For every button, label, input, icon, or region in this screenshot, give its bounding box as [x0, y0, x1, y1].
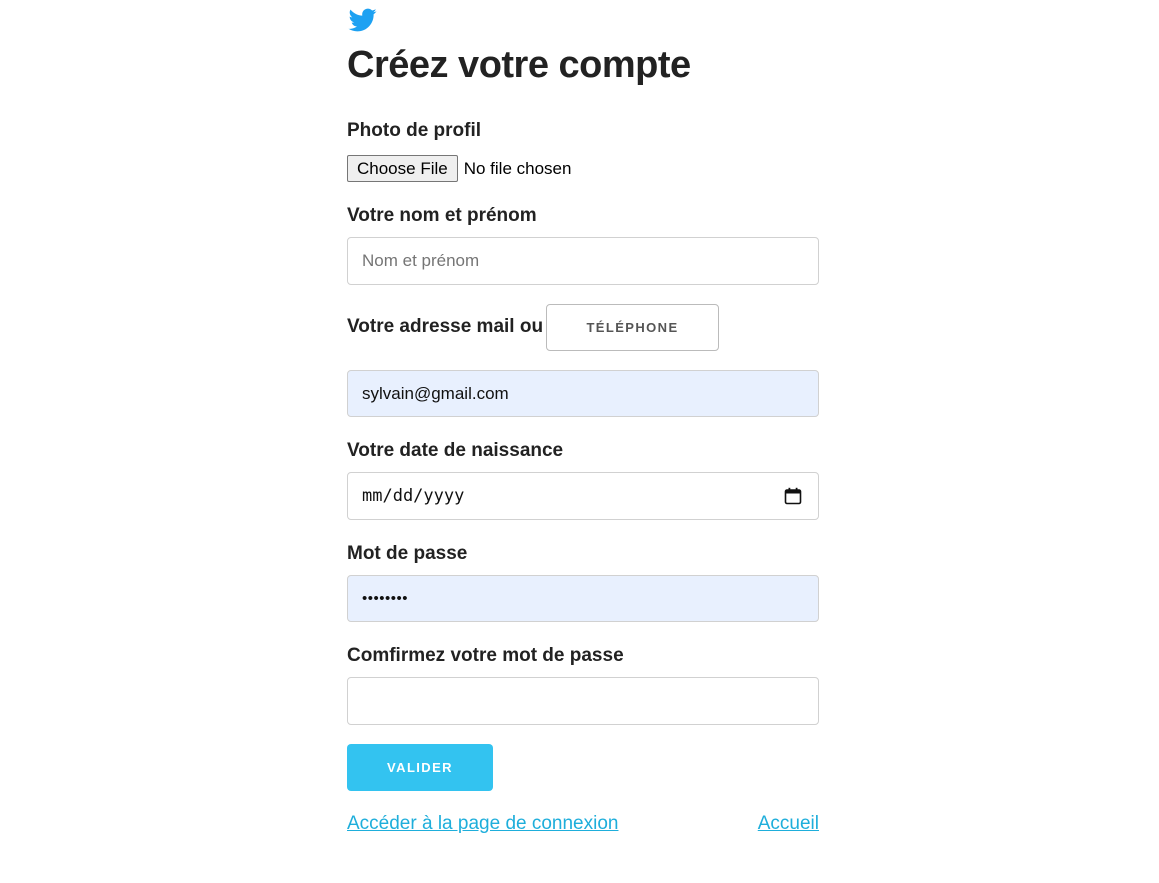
profile-photo-label: Photo de profil	[347, 120, 482, 141]
birthdate-input[interactable]: mm/dd/yyyy	[347, 472, 819, 520]
choose-file-button[interactable]: Choose File	[347, 155, 458, 182]
email-value: sylvain@gmail.com	[362, 383, 509, 403]
full-name-placeholder: Nom et prénom	[362, 251, 480, 270]
calendar-icon[interactable]	[784, 487, 802, 505]
full-name-label: Votre nom et prénom	[347, 205, 537, 226]
submit-button[interactable]: VALIDER	[347, 744, 493, 791]
password-masked-value: ••••••••	[362, 590, 409, 607]
password-label: Mot de passe	[347, 543, 468, 564]
twitter-bird-icon	[348, 8, 377, 32]
confirm-password-label: Comfirmez votre mot de passe	[347, 645, 624, 666]
phone-toggle-button[interactable]: TÉLÉPHONE	[546, 304, 719, 351]
email-input[interactable]: sylvain@gmail.com	[347, 370, 819, 417]
home-link[interactable]: Accueil	[758, 813, 819, 835]
birthdate-label: Votre date de naissance	[347, 440, 564, 461]
full-name-input[interactable]: Nom et prénom	[347, 237, 819, 285]
confirm-password-input[interactable]	[347, 677, 819, 725]
login-page-link[interactable]: Accéder à la page de connexion	[347, 813, 618, 835]
signup-page: Créez votre compte Photo de profil Choos…	[0, 0, 1159, 883]
contact-label: Votre adresse mail ou	[347, 316, 544, 337]
page-title: Créez votre compte	[347, 44, 691, 86]
file-status-text: No file chosen	[463, 158, 572, 178]
birthdate-placeholder: mm/dd/yyyy	[362, 486, 465, 506]
password-input[interactable]: ••••••••	[347, 575, 819, 622]
profile-photo-input[interactable]: Choose File No file chosen	[347, 155, 571, 182]
